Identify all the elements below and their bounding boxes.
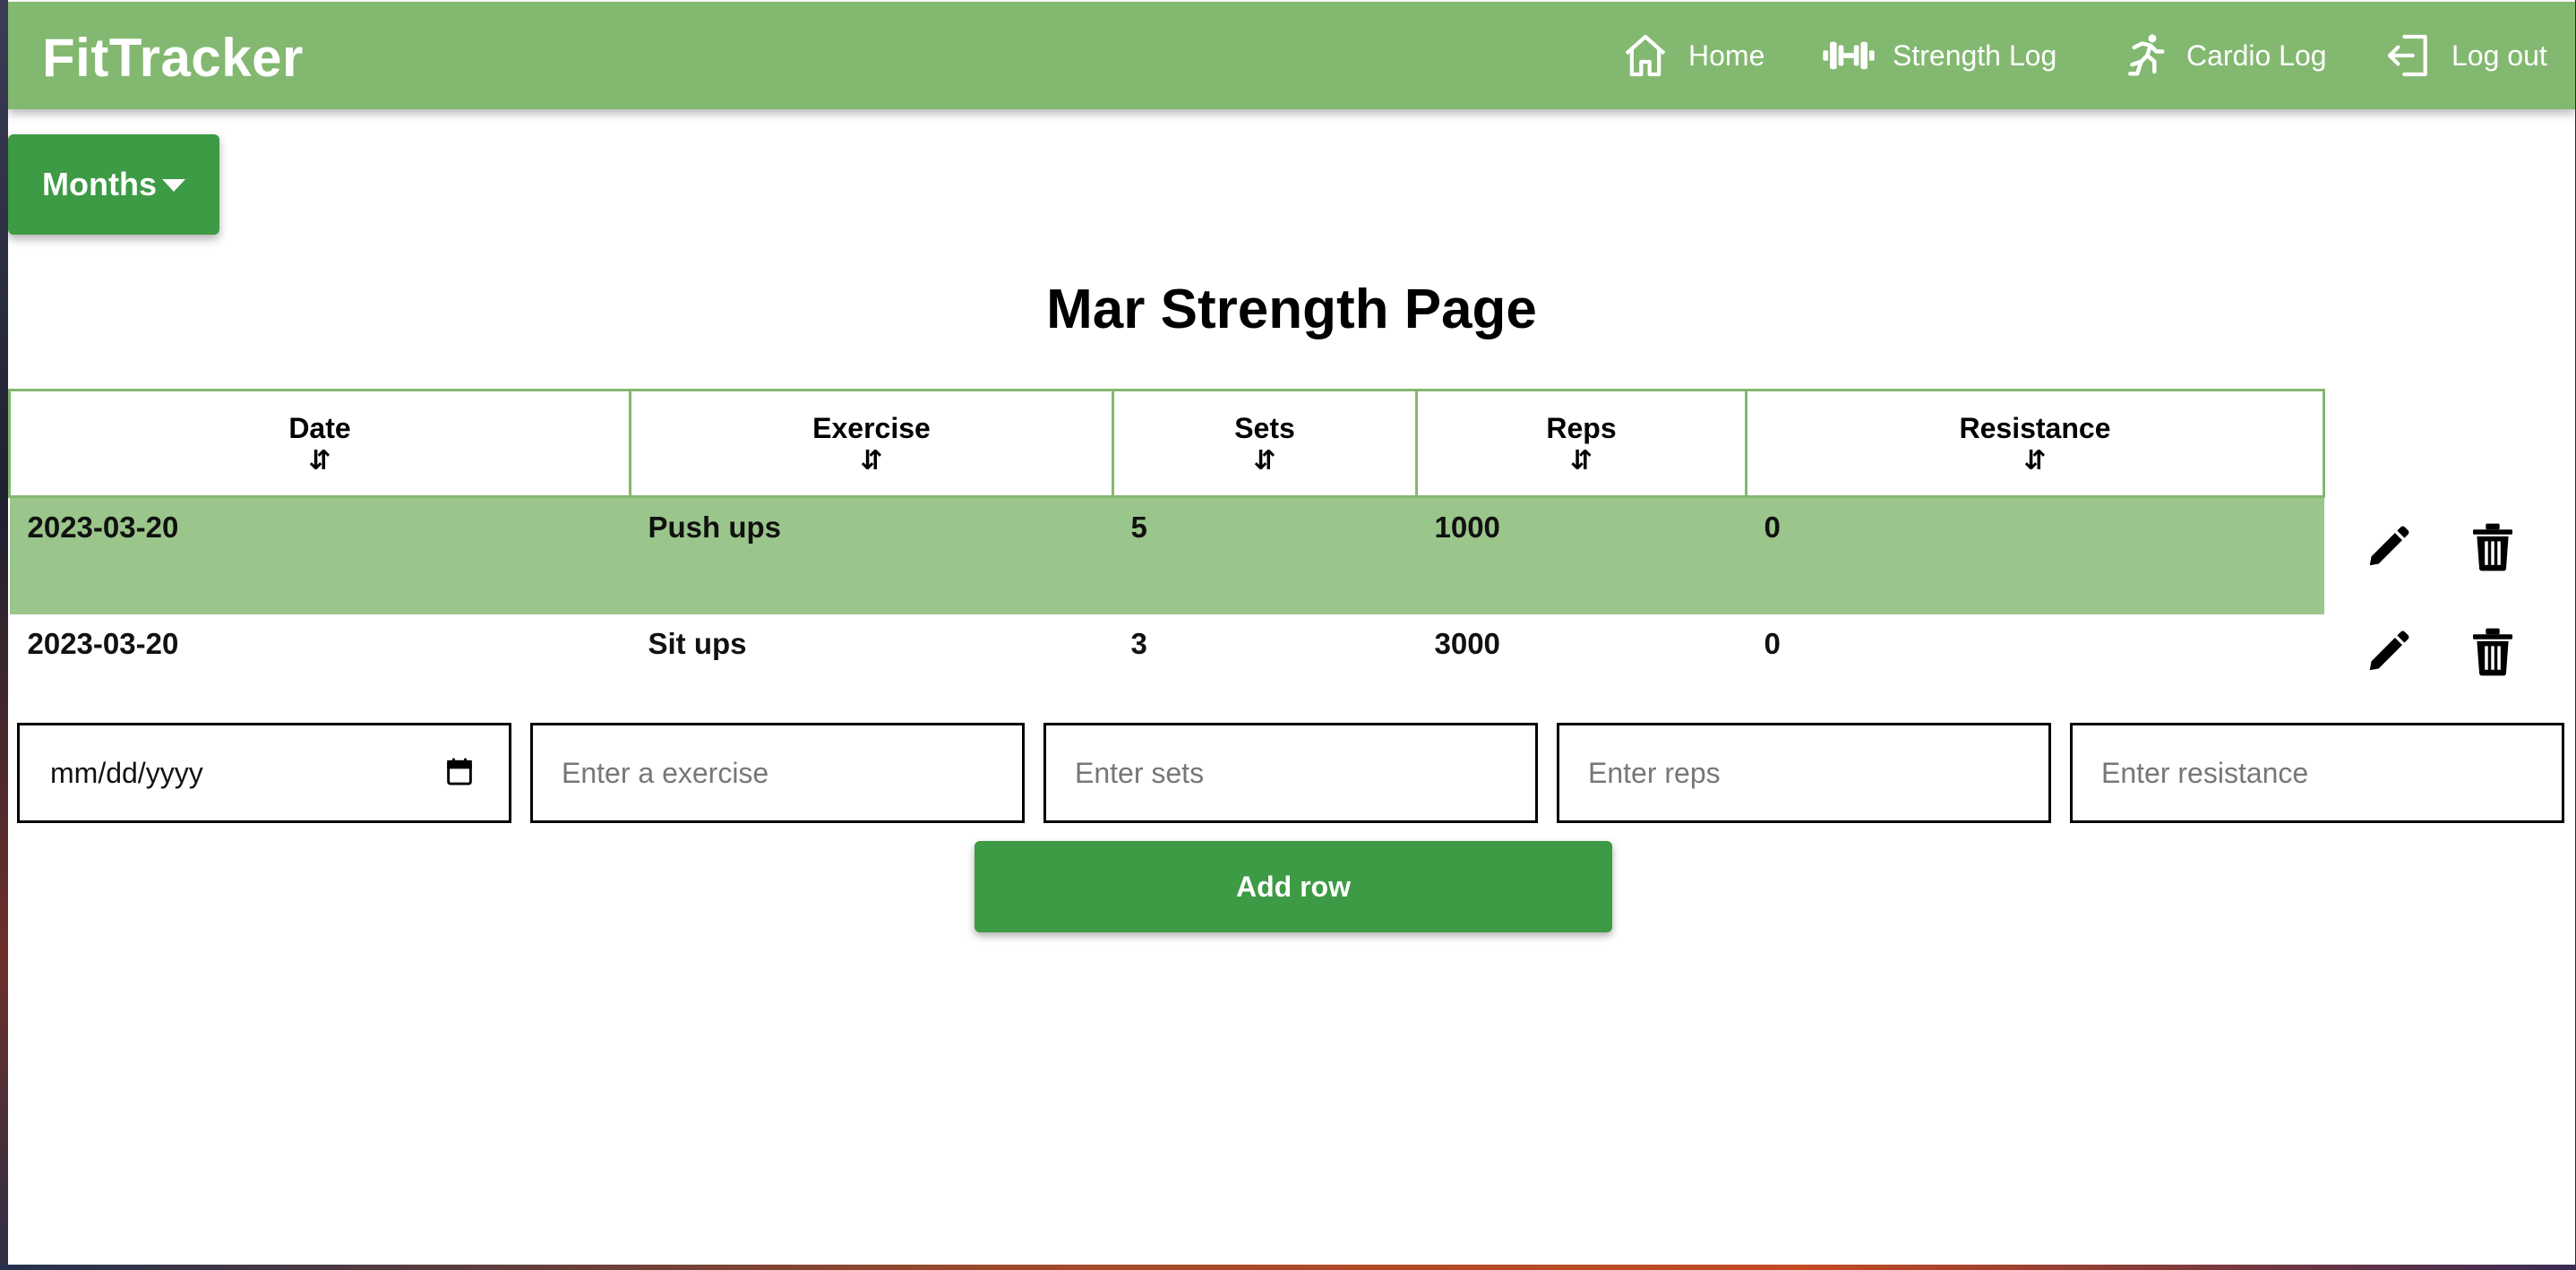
sets-input[interactable] [1046,725,1535,820]
pencil-icon[interactable] [2364,523,2412,576]
calendar-icon[interactable] [446,758,473,791]
trash-icon[interactable] [2473,628,2512,681]
header-date[interactable]: Date ⇵ [8,389,631,498]
top-navbar: FitTracker Home Strength Log Cardio Log … [8,2,2575,109]
running-icon [2120,30,2168,81]
row-actions [2364,603,2543,707]
cell-exercise: Push ups [630,496,1113,614]
header-sets[interactable]: Sets ⇵ [1112,389,1418,498]
add-row-form: mm/dd/yyyy [17,723,2570,823]
header-date-label: Date [288,411,351,444]
nav-logout-label: Log out [2451,39,2547,72]
sort-icon[interactable]: ⇵ [631,446,1112,476]
cell-date: 2023-03-20 [9,496,631,614]
header-exercise-label: Exercise [812,411,931,444]
desktop-edge [0,0,8,1270]
header-resistance-label: Resistance [1959,411,2111,444]
table-row[interactable]: 2023-03-20 Push ups 5 1000 0 [9,496,2324,614]
browser-page: FitTracker Home Strength Log Cardio Log … [8,0,2575,1265]
strength-table: Date ⇵ Exercise ⇵ Sets ⇵ Reps ⇵ Resistance ⇵ … [8,389,2325,731]
reps-input[interactable] [1559,725,2048,820]
header-resistance[interactable]: Resistance ⇵ [1745,389,2325,498]
date-field[interactable]: mm/dd/yyyy [17,723,511,823]
table-row[interactable]: 2023-03-20 Sit ups 3 3000 0 [10,614,2324,731]
add-row-button[interactable]: Add row [975,841,1612,932]
nav-strength-log[interactable]: Strength Log [1823,29,2057,82]
nav-strength-label: Strength Log [1893,39,2057,72]
nav-home[interactable]: Home [1620,29,1765,82]
nav-home-label: Home [1688,39,1765,72]
sort-icon[interactable]: ⇵ [1418,446,1745,476]
header-sets-label: Sets [1234,411,1295,444]
header-exercise[interactable]: Exercise ⇵ [629,389,1114,498]
date-placeholder: mm/dd/yyyy [50,757,203,789]
resistance-input[interactable] [2073,725,2562,820]
reps-field[interactable] [1557,723,2051,823]
cell-reps: 3000 [1434,627,1500,660]
page-title: Mar Strength Page [1046,279,1537,340]
cell-resistance: 0 [1746,496,2324,614]
logout-icon [2383,30,2434,81]
cell-reps: 1000 [1416,496,1747,614]
months-label: Months [42,166,157,202]
nav-logout[interactable]: Log out [2383,29,2547,82]
exercise-input[interactable] [533,725,1022,820]
exercise-field[interactable] [530,723,1025,823]
sort-icon[interactable]: ⇵ [1114,446,1415,476]
home-icon [1620,30,1670,81]
sets-field[interactable] [1043,723,1538,823]
trash-icon[interactable] [2473,523,2512,576]
resistance-field[interactable] [2070,723,2564,823]
cell-exercise: Sit ups [648,627,747,660]
brand-logo[interactable]: FitTracker [42,27,304,89]
cell-sets: 5 [1112,496,1417,614]
table-header-row: Date ⇵ Exercise ⇵ Sets ⇵ Reps ⇵ Resistance ⇵ [8,389,2325,498]
row-actions [2364,498,2543,602]
dumbbell-icon [1823,37,1875,74]
cell-sets: 3 [1130,627,1147,660]
cell-date: 2023-03-20 [27,627,179,660]
desktop-bottom-edge [0,1265,2576,1270]
header-reps-label: Reps [1546,411,1617,444]
pencil-icon[interactable] [2364,628,2412,681]
sort-icon[interactable]: ⇵ [11,446,629,476]
cell-resistance: 0 [1764,627,1781,660]
nav-cardio-label: Cardio Log [2186,39,2327,72]
months-dropdown-button[interactable]: Months [8,134,219,235]
caret-down-icon [161,179,185,192]
sort-icon[interactable]: ⇵ [1747,446,2323,476]
header-reps[interactable]: Reps ⇵ [1415,389,1747,498]
nav-cardio-log[interactable]: Cardio Log [2120,29,2327,82]
